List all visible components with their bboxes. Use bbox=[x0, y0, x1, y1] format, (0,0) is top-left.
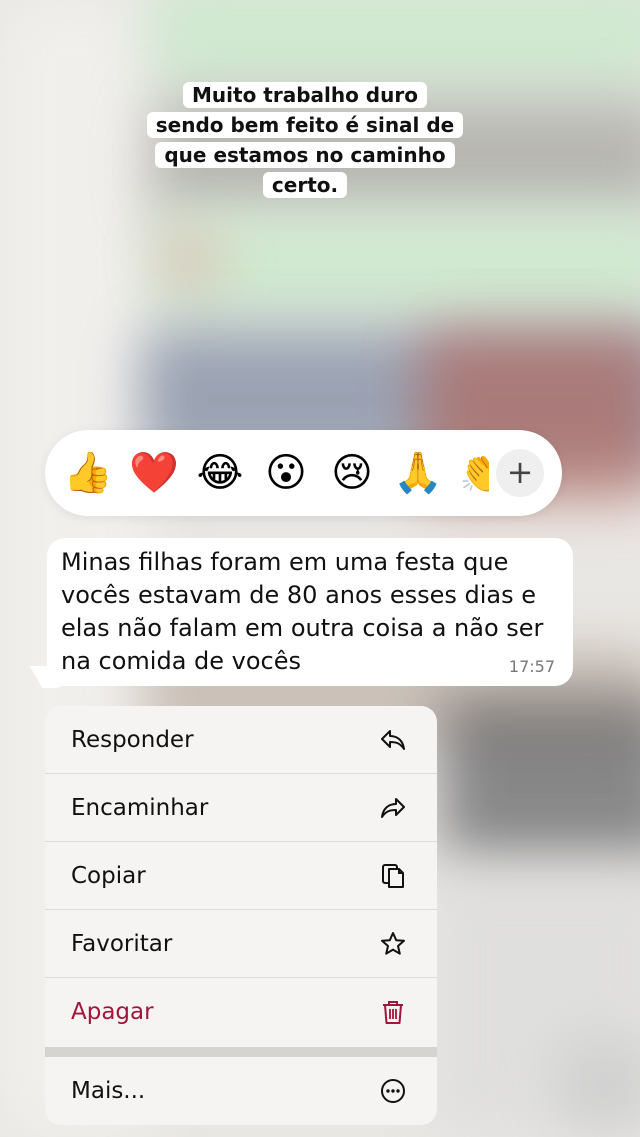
menu-item-label: Mais... bbox=[71, 1078, 146, 1104]
menu-item-label: Favoritar bbox=[71, 930, 173, 957]
more-reactions-button[interactable]: + bbox=[496, 449, 544, 497]
reaction-heart[interactable]: ❤️ bbox=[129, 448, 179, 498]
caption-line: certo. bbox=[262, 172, 348, 198]
menu-item-favorite[interactable]: Favoritar bbox=[45, 910, 437, 978]
copy-icon bbox=[382, 863, 404, 888]
message-bubble[interactable]: Minas filhas foram em uma festa que você… bbox=[47, 538, 573, 686]
star-icon bbox=[381, 931, 405, 955]
reaction-bar: 👍 ❤️ 😂 😮 😢 🙏 👏 + bbox=[45, 430, 562, 516]
trash-icon bbox=[383, 1001, 403, 1024]
caption-line: sendo bem feito é sinal de bbox=[146, 112, 464, 138]
reaction-crying[interactable]: 😢 bbox=[327, 448, 377, 498]
forward-icon bbox=[381, 797, 405, 818]
menu-item-delete[interactable]: Apagar bbox=[45, 978, 437, 1046]
reaction-surprised[interactable]: 😮 bbox=[261, 448, 311, 498]
reply-icon bbox=[381, 729, 405, 750]
menu-item-forward[interactable]: Encaminhar bbox=[45, 774, 437, 842]
reaction-praying[interactable]: 🙏 bbox=[393, 448, 443, 498]
message-text: Minas filhas foram em uma festa que você… bbox=[61, 548, 544, 675]
menu-item-label: Responder bbox=[71, 726, 194, 753]
menu-item-reply[interactable]: Responder bbox=[45, 706, 437, 774]
message-timestamp: 17:57 bbox=[508, 657, 555, 676]
caption-line: Muito trabalho duro bbox=[183, 82, 427, 108]
story-caption: Muito trabalho duro sendo bem feito é si… bbox=[0, 80, 610, 200]
menu-item-copy[interactable]: Copiar bbox=[45, 842, 437, 910]
menu-item-more[interactable]: Mais... bbox=[45, 1057, 437, 1125]
message-context-menu: Responder Encaminhar Copiar Favoritar Ap… bbox=[45, 706, 437, 1125]
menu-item-label: Apagar bbox=[71, 999, 154, 1025]
reaction-clapping[interactable]: 👏 bbox=[459, 448, 489, 498]
caption-line: que estamos no caminho bbox=[155, 142, 455, 168]
menu-separator bbox=[45, 1047, 437, 1057]
reaction-laughing[interactable]: 😂 bbox=[195, 448, 245, 498]
menu-item-label: Copiar bbox=[71, 862, 146, 889]
more-icon bbox=[381, 1079, 405, 1103]
menu-item-label: Encaminhar bbox=[71, 794, 209, 821]
reaction-thumbs-up[interactable]: 👍 bbox=[63, 448, 113, 498]
